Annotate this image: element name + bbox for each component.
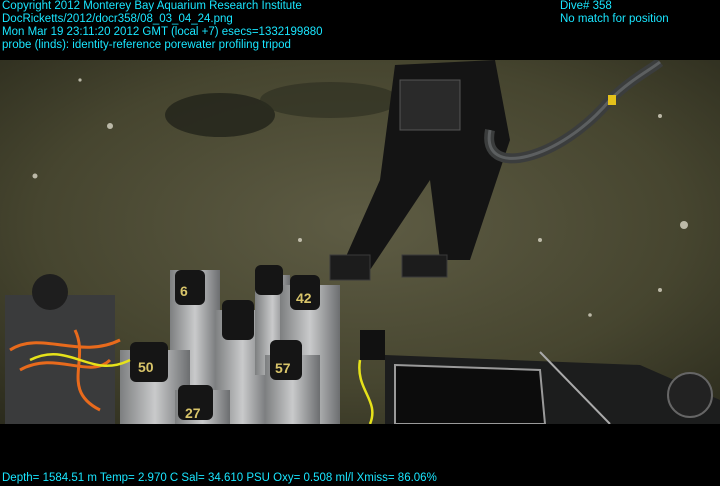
image-path-line: DocRicketts/2012/docr358/08_03_04_24.png (2, 13, 233, 25)
timestamp-line: Mon Mar 19 23:11:20 2012 GMT (local +7) … (2, 26, 323, 38)
probe-line: probe (linds): identity-reference porewa… (2, 39, 291, 51)
position-status: No match for position (560, 13, 669, 25)
seafloor-video-frame: 6 42 50 57 60 27 (0, 60, 720, 424)
push-cores: 6 42 50 57 60 27 (5, 265, 374, 424)
seafloor-scene: 6 42 50 57 60 27 (0, 60, 720, 424)
dive-info: Dive# 358 No match for position (560, 0, 669, 26)
shadow (165, 93, 275, 137)
header-info: Copyright 2012 Monterey Bay Aquarium Res… (2, 0, 323, 52)
core-label-6: 27 (185, 405, 201, 421)
dive-number: Dive# 358 (560, 0, 612, 12)
copyright-line: Copyright 2012 Monterey Bay Aquarium Res… (2, 0, 302, 12)
core-label-4: 57 (275, 360, 291, 376)
core-label-2: 42 (296, 290, 312, 306)
telemetry-readout: Depth= 1584.51 m Temp= 2.970 C Sal= 34.6… (2, 472, 437, 484)
core-label-1: 6 (180, 283, 188, 299)
telemetry-footer: Depth= 1584.51 m Temp= 2.970 C Sal= 34.6… (2, 472, 437, 485)
